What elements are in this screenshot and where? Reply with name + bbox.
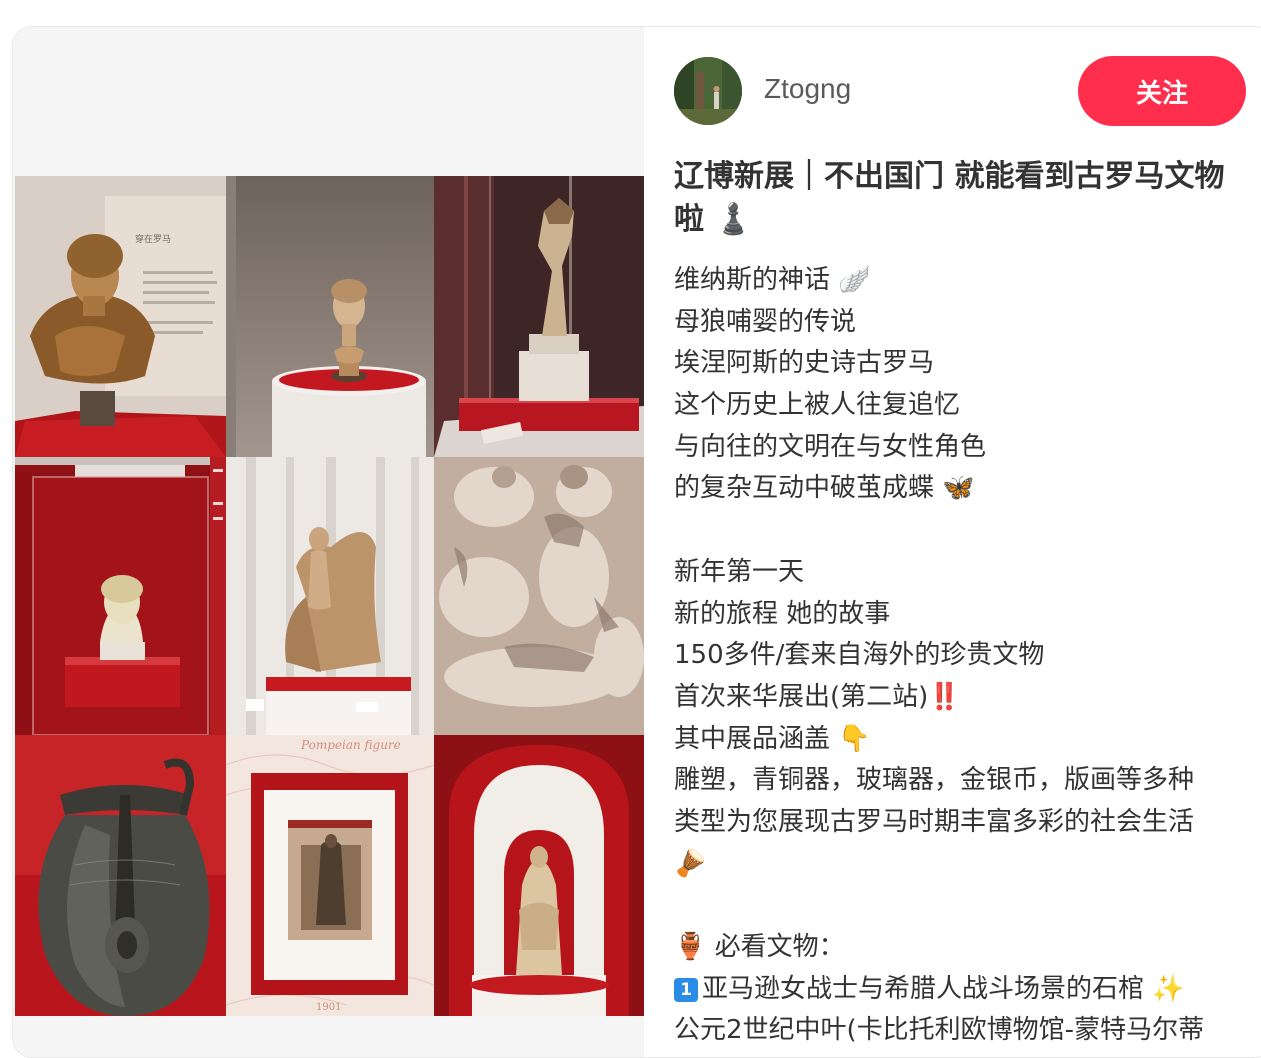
post-panel: Ztogng 关注 辽博新展｜不出国门 就能看到古罗马文物啦 ♟️ 维纳斯的神话… bbox=[644, 27, 1261, 1057]
photo-small-bust bbox=[226, 176, 434, 457]
post-body: 维纳斯的神话 🪽 母狼哺婴的传说 埃涅阿斯的史诗古罗马 这个历史上被人往复追忆 … bbox=[674, 260, 1254, 1052]
body-line: 新年第一天 bbox=[674, 556, 805, 587]
note-card: 穿在罗马 Pompeian figure 1901 Ztogng 关注 辽博新展… bbox=[12, 26, 1261, 1058]
body-line: 维纳斯的神话 🪽 bbox=[674, 265, 871, 295]
keycap-one-icon: 1 bbox=[674, 977, 698, 1002]
body-line: 雕塑，青铜器，玻璃器，金银币，版画等多种 bbox=[674, 765, 1195, 796]
svg-text:1901: 1901 bbox=[316, 1002, 341, 1013]
photo-statue-in-niche bbox=[434, 735, 644, 1016]
body-line-text: 亚马逊女战士与希腊人战斗场景的石棺 ✨ bbox=[702, 973, 1185, 1004]
photo-animal-column bbox=[434, 176, 644, 457]
body-line: 埃涅阿斯的史诗古罗马 bbox=[674, 348, 935, 379]
body-line: 其中展品涵盖 👇 bbox=[674, 723, 871, 754]
photo-bronze-jug bbox=[15, 735, 226, 1016]
photo-head-red-case bbox=[15, 457, 226, 735]
body-line: 🪘 bbox=[674, 848, 707, 879]
photo-battle-relief bbox=[434, 457, 644, 735]
photo-pompeian-print: Pompeian figure 1901 bbox=[226, 735, 434, 1016]
body-line: 的复杂互动中破茧成蝶 🦋 bbox=[674, 473, 975, 504]
photo-caption-text: Pompeian figure bbox=[300, 738, 401, 752]
body-line: 母狼哺婴的传说 bbox=[674, 306, 857, 337]
body-line bbox=[674, 510, 1254, 552]
body-line: 公元2世纪中叶(卡比托利欧博物馆-蒙特马尔蒂 bbox=[674, 1015, 1205, 1046]
body-line-numbered: 1 亚马逊女战士与希腊人战斗场景的石棺 ✨ bbox=[674, 969, 1254, 1011]
photo-area[interactable]: 穿在罗马 Pompeian figure 1901 bbox=[13, 27, 644, 1057]
body-line: 与向往的文明在与女性角色 bbox=[674, 431, 987, 462]
body-line: 🏺 必看文物： bbox=[674, 932, 845, 962]
post-title: 辽博新展｜不出国门 就能看到古罗马文物啦 ♟️ bbox=[674, 159, 1225, 237]
author-name[interactable]: Ztogng bbox=[764, 73, 851, 105]
photo-draped-venus bbox=[226, 457, 434, 735]
photo-caption-text: 穿在罗马 bbox=[135, 233, 171, 245]
photo-collage[interactable]: 穿在罗马 Pompeian figure 1901 bbox=[15, 176, 644, 1016]
body-line: 150多件/套来自海外的珍贵文物 bbox=[674, 640, 1045, 671]
body-line: 类型为您展现古罗马时期丰富多彩的社会生活 bbox=[674, 806, 1195, 837]
body-line: 首次来华展出(第二站)‼️ bbox=[674, 681, 961, 712]
body-line: 这个历史上被人往复追忆 bbox=[674, 390, 961, 421]
body-line bbox=[674, 885, 1254, 927]
follow-button[interactable]: 关注 bbox=[1078, 56, 1246, 126]
photo-marble-bust: 穿在罗马 bbox=[15, 176, 226, 457]
avatar[interactable] bbox=[674, 57, 742, 125]
body-line: 新的旅程 她的故事 bbox=[674, 598, 891, 629]
